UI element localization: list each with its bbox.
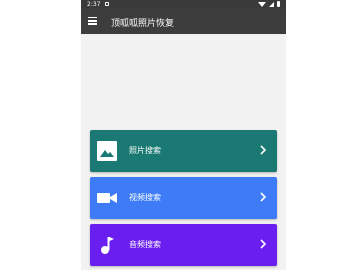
menu-icon[interactable] — [88, 17, 97, 25]
notification-icon — [105, 2, 109, 6]
video-search-label: 视频搜索 — [129, 193, 161, 202]
photo-search-button[interactable]: 照片搜索 — [90, 130, 277, 172]
system-icons — [258, 1, 280, 7]
status-bar: 2:37 — [81, 0, 286, 9]
photo-search-label: 照片搜索 — [129, 146, 161, 155]
audio-search-button[interactable]: 音频搜索 — [90, 224, 277, 266]
battery-icon — [277, 1, 280, 7]
chevron-right-icon — [260, 192, 267, 202]
image-icon — [97, 141, 117, 161]
wifi-icon — [258, 1, 266, 7]
signal-icon — [269, 1, 274, 7]
video-search-button[interactable]: 视频搜索 — [90, 177, 277, 219]
video-camera-icon — [97, 193, 117, 203]
status-time: 2:37 — [87, 1, 101, 8]
music-note-icon — [101, 237, 114, 254]
app-title: 顶呱呱照片恢复 — [111, 19, 175, 29]
app-bar: 顶呱呱照片恢复 — [81, 9, 286, 34]
chevron-right-icon — [260, 145, 267, 155]
audio-search-label: 音频搜索 — [129, 240, 161, 249]
chevron-right-icon — [260, 239, 267, 249]
phone-screen: 2:37 顶呱呱照片恢复 照片搜索 视频搜索 音频搜索 — [81, 0, 286, 270]
